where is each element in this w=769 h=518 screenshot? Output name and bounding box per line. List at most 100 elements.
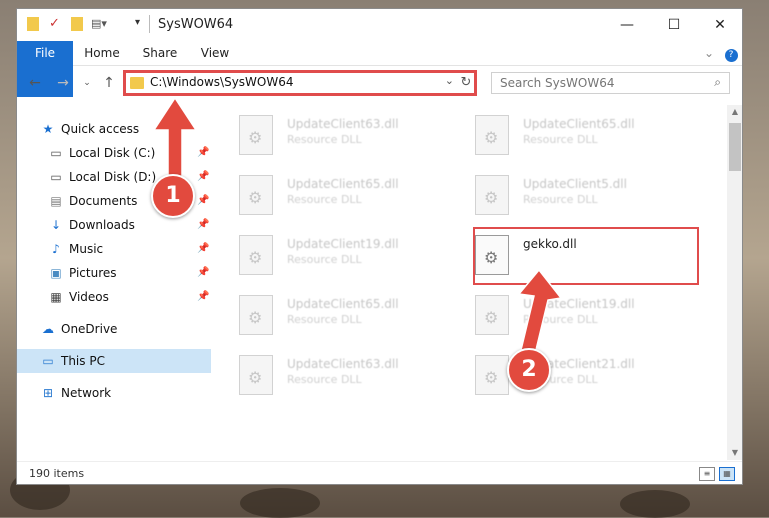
pin-icon: 📌	[197, 243, 210, 254]
refresh-icon[interactable]: ↻	[457, 73, 475, 93]
dll-file-icon: ⚙	[239, 295, 273, 335]
file-item[interactable]: ⚙ UpdateClient5.dll Resource DLL	[475, 175, 701, 231]
background-decor	[620, 490, 690, 518]
nav-label: OneDrive	[61, 322, 118, 336]
network-icon: ⊞	[42, 386, 54, 400]
dll-file-icon: ⚙	[239, 115, 273, 155]
file-type: Resource DLL	[287, 373, 362, 386]
new-folder-icon[interactable]	[71, 17, 83, 31]
address-path[interactable]: C:\Windows\SysWOW64	[150, 75, 294, 89]
ribbon-tabs: File Home Share View ⌄ ?	[17, 41, 742, 97]
item-count: 190 items	[29, 467, 85, 480]
explorer-window: ✓ ▤▾ ▾ SysWOW64 — ☐ ✕ File Home Share Vi…	[16, 8, 743, 485]
file-item[interactable]: ⚙ UpdateClient65.dll Resource DLL	[475, 115, 701, 171]
large-icons-view-icon[interactable]: ▦	[719, 467, 735, 481]
file-item[interactable]: ⚙ UpdateClient63.dll Resource DLL	[239, 355, 465, 411]
star-icon: ★	[42, 122, 54, 136]
up-arrow-icon[interactable]: ↑	[99, 73, 119, 93]
file-name: UpdateClient65.dll	[523, 117, 635, 131]
tab-home[interactable]: Home	[83, 41, 121, 65]
dll-file-icon: ⚙	[475, 115, 509, 155]
file-item[interactable]: ⚙ UpdateClient65.dll Resource DLL	[239, 295, 465, 351]
search-input[interactable]	[498, 75, 702, 91]
nav-label: Quick access	[61, 122, 140, 136]
file-item[interactable]: ⚙ UpdateClient65.dll Resource DLL	[239, 175, 465, 231]
dll-file-icon: ⚙	[475, 295, 509, 335]
address-dropdown-icon[interactable]: ⌄	[445, 74, 454, 87]
pin-icon: 📌	[197, 219, 210, 230]
title-bar: ✓ ▤▾ ▾ SysWOW64 — ☐ ✕	[17, 9, 742, 41]
file-type: Resource DLL	[287, 193, 362, 206]
file-item[interactable]: ⚙ UpdateClient63.dll Resource DLL	[239, 115, 465, 171]
tab-view[interactable]: View	[199, 41, 231, 65]
file-name: UpdateClient65.dll	[287, 297, 399, 311]
divider	[149, 15, 150, 33]
dll-file-icon: ⚙	[475, 355, 509, 395]
folder-icon	[27, 17, 39, 31]
nav-item-music[interactable]: ♪ Music 📌	[17, 237, 211, 261]
nav-label: Local Disk (D:)	[69, 170, 157, 184]
dll-file-icon: ⚙	[239, 175, 273, 215]
nav-onedrive[interactable]: ☁ OneDrive	[17, 317, 211, 341]
maximize-button[interactable]: ☐	[651, 9, 697, 41]
nav-item-pictures[interactable]: ▣ Pictures 📌	[17, 261, 211, 285]
computer-icon: ▭	[42, 354, 54, 368]
customize-quick-access-icon[interactable]: ▤▾	[91, 17, 107, 30]
search-icon[interactable]: ⌕	[714, 75, 721, 90]
quick-access-toolbar-dropdown[interactable]: ▾	[135, 17, 140, 28]
arrow-up-annotation	[152, 96, 198, 185]
drive-icon: ▭	[50, 146, 62, 160]
details-view-icon[interactable]: ≡	[699, 467, 715, 481]
dll-file-icon: ⚙	[239, 355, 273, 395]
background-decor	[240, 488, 320, 518]
downloads-icon: ↓	[50, 218, 62, 232]
recent-locations-icon[interactable]: ⌄	[77, 73, 97, 93]
file-type: Resource DLL	[287, 253, 362, 266]
file-name: UpdateClient63.dll	[287, 117, 399, 131]
file-item[interactable]: ⚙ UpdateClient19.dll Resource DLL	[239, 235, 465, 291]
nav-label: Music	[69, 242, 104, 256]
minimize-button[interactable]: —	[604, 9, 650, 41]
drive-icon: ▭	[50, 170, 62, 184]
nav-label: This PC	[61, 354, 105, 368]
nav-network[interactable]: ⊞ Network	[17, 381, 211, 405]
pin-icon: 📌	[197, 267, 210, 278]
dll-file-icon: ⚙	[239, 235, 273, 275]
chevron-down-icon[interactable]: ⌄	[701, 41, 717, 65]
file-type: Resource DLL	[287, 133, 362, 146]
help-icon[interactable]: ?	[723, 41, 739, 65]
file-type: Resource DLL	[287, 313, 362, 326]
documents-icon: ▤	[50, 194, 62, 208]
file-name: UpdateClient5.dll	[523, 177, 627, 191]
file-type: Resource DLL	[523, 193, 598, 206]
close-button[interactable]: ✕	[697, 9, 742, 41]
address-bar[interactable]: C:\Windows\SysWOW64 ⌄	[123, 70, 477, 96]
file-type: Resource DLL	[523, 133, 598, 146]
vertical-scrollbar[interactable]: ▲ ▼	[727, 105, 742, 460]
videos-icon: ▦	[50, 290, 62, 304]
pin-icon: 📌	[197, 291, 210, 302]
scroll-up-icon[interactable]: ▲	[727, 105, 742, 119]
tab-share[interactable]: Share	[141, 41, 179, 65]
back-arrow-icon[interactable]: ←	[25, 73, 45, 93]
status-bar: 190 items ≡ ▦	[17, 461, 742, 484]
dll-file-icon: ⚙	[475, 175, 509, 215]
nav-label: Documents	[69, 194, 138, 208]
nav-item-downloads[interactable]: ↓ Downloads 📌	[17, 213, 211, 237]
nav-label: Downloads	[69, 218, 135, 232]
properties-icon[interactable]: ✓	[49, 17, 60, 31]
window-title: SysWOW64	[158, 17, 234, 32]
scroll-down-icon[interactable]: ▼	[727, 446, 742, 460]
folder-icon	[130, 77, 144, 89]
search-box[interactable]: ⌕	[491, 72, 730, 94]
scrollbar-thumb[interactable]	[729, 123, 741, 171]
nav-label: Local Disk (C:)	[69, 146, 156, 160]
nav-label: Videos	[69, 290, 109, 304]
step-2-badge: 2	[507, 348, 551, 392]
pictures-icon: ▣	[50, 266, 62, 280]
nav-label: Network	[61, 386, 112, 400]
cloud-icon: ☁	[42, 322, 54, 336]
forward-arrow-icon[interactable]: →	[53, 73, 73, 93]
nav-this-pc[interactable]: ▭ This PC	[17, 349, 211, 373]
nav-item-videos[interactable]: ▦ Videos 📌	[17, 285, 211, 309]
